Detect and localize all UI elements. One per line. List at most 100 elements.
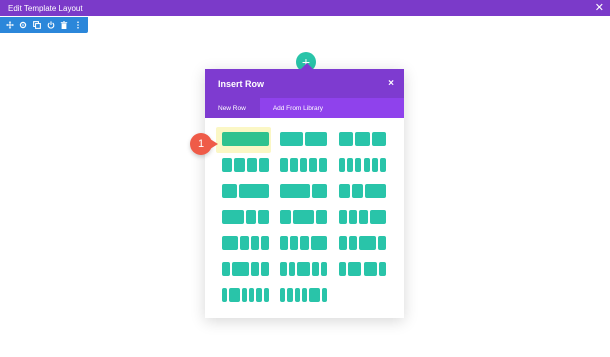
row-layout-option[interactable] (339, 210, 386, 224)
modal-tabs: New Row Add From Library (205, 98, 404, 118)
tab-add-from-library[interactable]: Add From Library (260, 98, 337, 118)
layout-column (349, 236, 358, 250)
layout-column (339, 236, 348, 250)
row-layout-option[interactable] (339, 262, 386, 276)
layout-column (222, 158, 233, 172)
layout-column (339, 262, 346, 276)
power-icon[interactable] (46, 20, 56, 30)
layout-column (232, 262, 249, 276)
layout-column (280, 132, 303, 146)
layout-column (280, 288, 286, 302)
row-layout-option[interactable] (280, 288, 327, 302)
layout-column (294, 288, 300, 302)
layout-column (263, 288, 269, 302)
layout-column (312, 184, 327, 198)
duplicate-icon[interactable] (32, 20, 42, 30)
layout-column (292, 210, 315, 224)
layout-column (222, 184, 237, 198)
move-icon[interactable] (5, 20, 15, 30)
layout-column (256, 288, 262, 302)
row-layout-option[interactable] (339, 184, 386, 198)
more-icon[interactable] (73, 20, 83, 30)
row-layout-option[interactable] (222, 262, 269, 276)
layout-column (363, 158, 370, 172)
row-layout-option[interactable] (339, 132, 386, 146)
layout-column (309, 158, 318, 172)
layout-column (249, 288, 255, 302)
row-layout-option[interactable] (280, 236, 327, 250)
layout-column (246, 158, 257, 172)
modal-caret (301, 63, 313, 69)
layout-column (250, 262, 259, 276)
layout-column (222, 132, 269, 146)
layout-column (258, 210, 269, 224)
row-layout-option[interactable] (280, 210, 327, 224)
layout-column (288, 262, 295, 276)
step-number: 1 (197, 138, 205, 150)
row-layout-option[interactable] (222, 132, 269, 146)
row-layout-option[interactable] (280, 184, 327, 198)
layout-column (320, 262, 327, 276)
layout-column (359, 236, 376, 250)
close-icon[interactable]: ✕ (595, 2, 604, 14)
layout-column (222, 236, 239, 250)
layout-column (355, 158, 362, 172)
layout-column (287, 288, 293, 302)
layout-column (222, 288, 228, 302)
row-layout-option[interactable] (280, 132, 327, 146)
layout-column (245, 210, 257, 224)
layout-column (280, 184, 310, 198)
title-bar: Edit Template Layout ✕ (0, 0, 610, 16)
layout-column (347, 262, 362, 276)
layout-column (240, 236, 249, 250)
layout-column (369, 210, 386, 224)
layout-column (301, 288, 308, 302)
layout-column (371, 158, 378, 172)
layout-column (347, 158, 354, 172)
row-layout-option[interactable] (222, 184, 269, 198)
layout-column (290, 236, 299, 250)
layout-column (310, 236, 327, 250)
window-title: Edit Template Layout (8, 3, 83, 13)
row-layout-option[interactable] (339, 158, 386, 172)
layout-column (280, 262, 287, 276)
layout-column (222, 262, 231, 276)
layout-column (371, 132, 386, 146)
layout-column (222, 210, 244, 224)
row-layout-option[interactable] (280, 158, 327, 172)
modal-title: Insert Row (218, 78, 265, 89)
layout-column (280, 210, 291, 224)
layout-column (339, 184, 350, 198)
step-badge: 1 (190, 133, 218, 155)
layout-column (304, 132, 327, 146)
layout-column (250, 236, 259, 250)
layout-column (316, 210, 327, 224)
layout-column (321, 288, 327, 302)
row-layout-option[interactable] (280, 262, 327, 276)
layout-column (349, 210, 358, 224)
module-toolbar (0, 17, 88, 33)
row-layout-option[interactable] (222, 236, 269, 250)
layout-column (289, 158, 298, 172)
layout-column (379, 262, 386, 276)
tab-new-row[interactable]: New Row (205, 98, 260, 118)
layout-column (319, 158, 327, 172)
row-layout-option[interactable] (222, 158, 269, 172)
layout-column (241, 288, 248, 302)
layout-column (299, 158, 308, 172)
layout-column (359, 210, 368, 224)
insert-row-modal: Insert Row × New Row Add From Library (205, 63, 404, 318)
row-layout-option[interactable] (222, 210, 269, 224)
layout-column (339, 158, 346, 172)
layout-column (260, 236, 269, 250)
trash-icon[interactable] (59, 20, 69, 30)
layout-column (297, 262, 310, 276)
row-layout-option[interactable] (222, 288, 269, 302)
gear-icon[interactable] (18, 20, 28, 30)
modal-close-icon[interactable]: × (388, 78, 394, 89)
layout-column (300, 236, 309, 250)
layout-column (312, 262, 319, 276)
layout-column (351, 184, 363, 198)
row-layout-option[interactable] (339, 236, 386, 250)
layout-column (258, 158, 269, 172)
